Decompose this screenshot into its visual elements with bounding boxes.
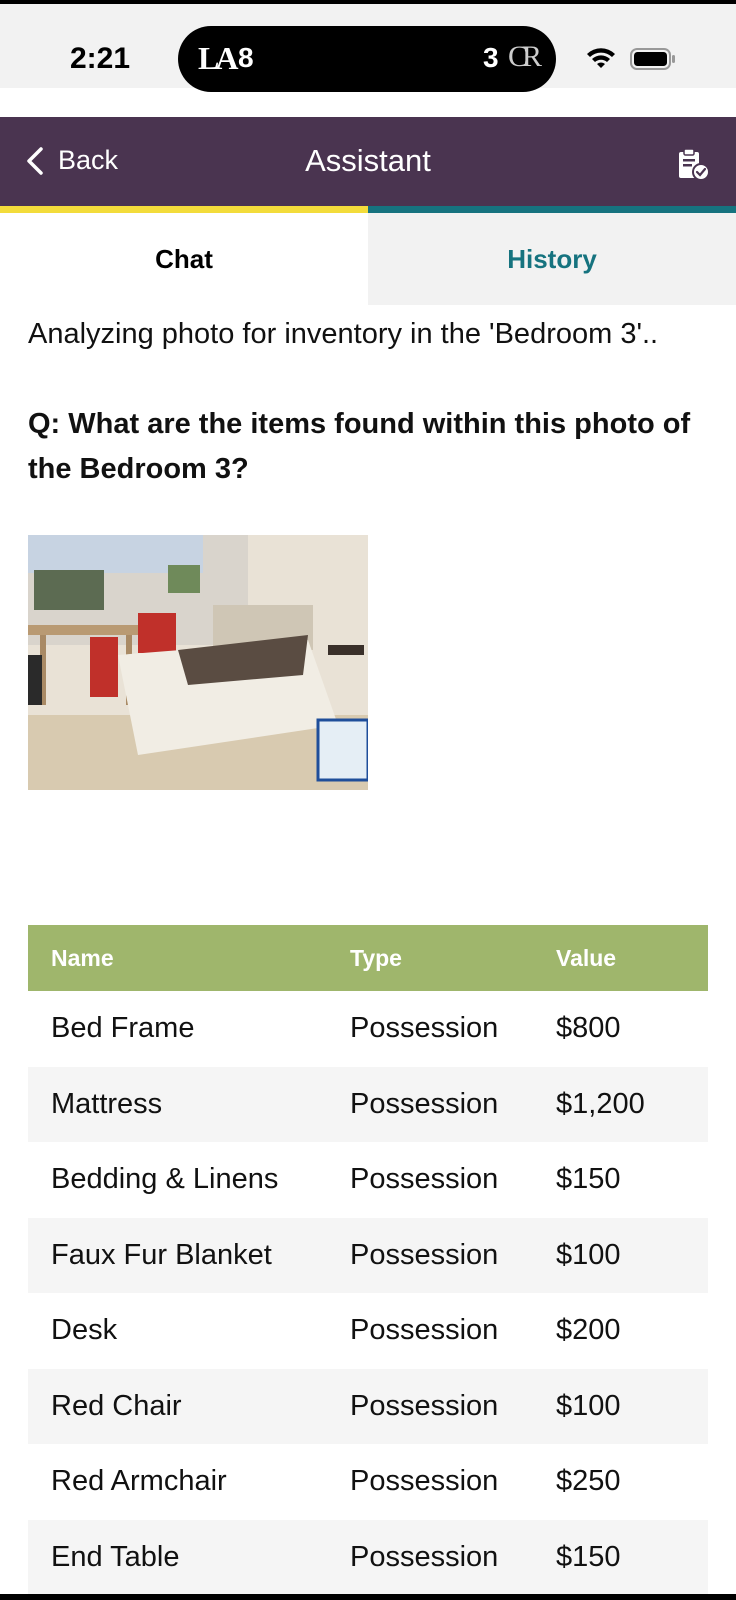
nav-header: Back Assistant — [0, 117, 736, 206]
cell-value: $100 — [556, 1238, 621, 1271]
table-row[interactable]: Bed Frame Possession $800 — [28, 991, 708, 1067]
status-bar: 2:21 LA 8 3 CR — [0, 4, 736, 92]
column-header-type: Type — [350, 944, 402, 971]
cell-name: Red Chair — [51, 1389, 182, 1422]
table-row[interactable]: Bedding & Linens Possession $150 — [28, 1142, 708, 1218]
team2-score: 3 — [483, 42, 499, 73]
cell-type: Possession — [350, 1012, 499, 1045]
cell-value: $1,200 — [556, 1087, 645, 1120]
table-row[interactable]: Red Chair Possession $100 — [28, 1368, 708, 1444]
cell-type: Possession — [350, 1389, 499, 1422]
battery-icon — [630, 48, 675, 70]
tab-bar: Chat History — [0, 213, 736, 305]
table-row[interactable]: Mattress Possession $1,200 — [28, 1066, 708, 1142]
cell-name: End Table — [51, 1540, 180, 1573]
cell-value: $250 — [556, 1465, 621, 1498]
cell-value: $150 — [556, 1540, 621, 1573]
team1-score: 8 — [238, 42, 254, 73]
cell-type: Possession — [350, 1238, 499, 1271]
wifi-icon — [587, 48, 615, 68]
app-screen: 2:21 LA 8 3 CR Back Assistant Chat Histo… — [0, 4, 736, 1594]
column-header-name: Name — [51, 944, 114, 971]
dynamic-island-live-activity[interactable]: LA 8 3 CR — [178, 26, 556, 92]
table-row[interactable]: End Table Possession $150 — [28, 1519, 708, 1594]
cell-value: $200 — [556, 1314, 621, 1347]
clipboard-check-icon — [679, 148, 710, 181]
table-row[interactable]: Desk Possession $200 — [28, 1293, 708, 1369]
analysis-status-message: Analyzing photo for inventory in the 'Be… — [28, 318, 659, 350]
bedroom-photo[interactable] — [28, 535, 368, 790]
chat-content: Analyzing photo for inventory in the 'Be… — [28, 314, 708, 492]
cell-value: $100 — [556, 1389, 621, 1422]
team1-logo: LA — [198, 40, 239, 76]
cell-value: $800 — [556, 1012, 621, 1045]
tab-indicator-inactive — [368, 206, 736, 213]
tab-indicator-active — [0, 206, 368, 213]
cell-name: Bedding & Linens — [51, 1163, 279, 1196]
table-row[interactable]: Red Armchair Possession $250 — [28, 1444, 708, 1520]
cell-type: Possession — [350, 1540, 499, 1573]
cell-type: Possession — [350, 1163, 499, 1196]
page-title: Assistant — [305, 143, 431, 178]
table-row[interactable]: Faux Fur Blanket Possession $100 — [28, 1217, 708, 1293]
cell-name: Desk — [51, 1314, 118, 1347]
tab-chat[interactable]: Chat — [0, 213, 368, 305]
cell-name: Bed Frame — [51, 1012, 195, 1045]
table-header: Name Type Value — [28, 925, 708, 991]
inventory-table: Name Type Value Bed Frame Possession $80… — [28, 925, 708, 1594]
cell-type: Possession — [350, 1314, 499, 1347]
cell-name: Mattress — [51, 1087, 163, 1120]
tab-history[interactable]: History — [368, 213, 736, 305]
cell-value: $150 — [556, 1163, 621, 1196]
column-header-value: Value — [556, 944, 617, 971]
team2-logo: CR — [508, 40, 542, 73]
status-icons — [586, 48, 676, 70]
bedroom-photo-illustration — [28, 535, 368, 790]
cell-type: Possession — [350, 1087, 499, 1120]
cell-name: Red Armchair — [51, 1465, 227, 1498]
clipboard-check-button[interactable] — [676, 147, 710, 185]
chat-question: Q: What are the items found within this … — [28, 408, 691, 485]
cell-type: Possession — [350, 1465, 499, 1498]
status-time: 2:21 — [70, 42, 131, 75]
cell-name: Faux Fur Blanket — [51, 1238, 272, 1271]
